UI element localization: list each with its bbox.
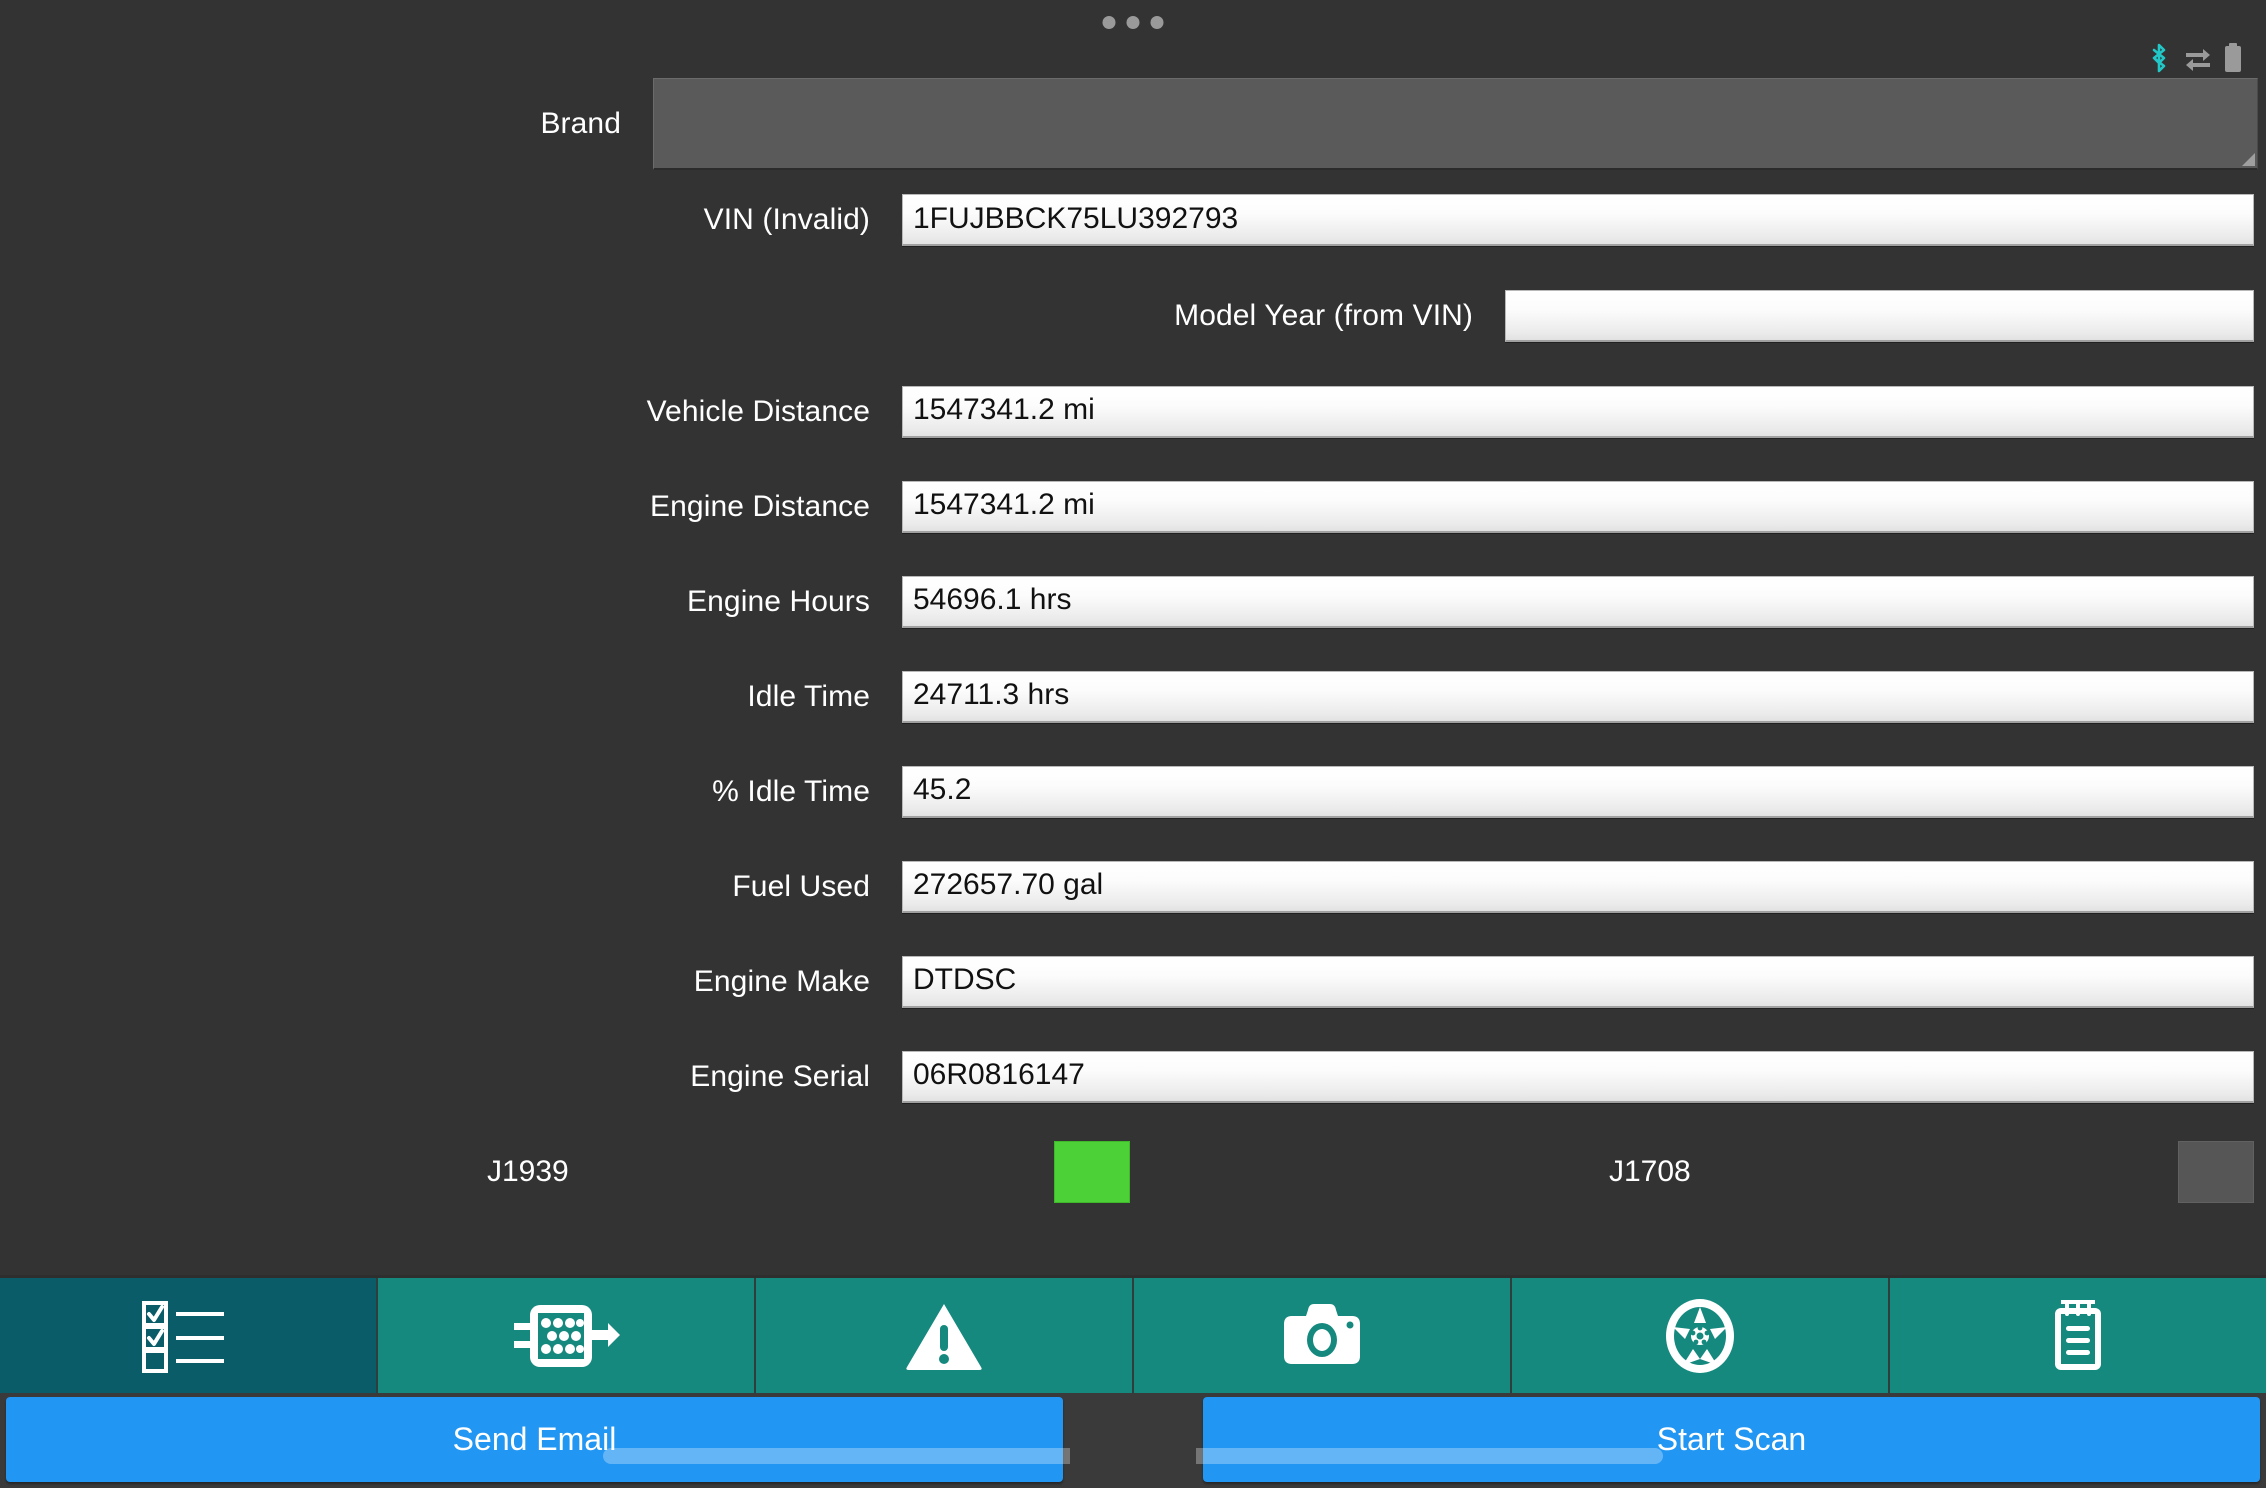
- vin-label: VIN (Invalid): [703, 203, 870, 236]
- form-row-model-year: Model Year (from VIN): [0, 268, 2266, 364]
- fuel-used-input[interactable]: 272657.70 gal: [902, 860, 2254, 913]
- engine-distance-input[interactable]: 1547341.2 mi: [902, 480, 2254, 533]
- wheel-icon: [1663, 1297, 1737, 1375]
- home-icon: [1105, 1412, 1161, 1468]
- vehicle-distance-label: Vehicle Distance: [646, 394, 870, 428]
- percent-idle-time-label: % Idle Time: [712, 774, 870, 808]
- tab-notes[interactable]: [1890, 1278, 2266, 1393]
- tab-camera[interactable]: [1134, 1278, 1512, 1393]
- j1939-label: J1939: [487, 1155, 569, 1188]
- form-row-vin: VIN (Invalid) 1FUJBBCK75LU392793: [0, 172, 2266, 268]
- form-row-engine-hours: Engine Hours 54696.1 hrs: [0, 554, 2266, 649]
- home-button[interactable]: [1067, 1397, 1199, 1482]
- fuel-used-label: Fuel Used: [732, 869, 870, 903]
- data-transfer-icon: [2184, 44, 2212, 72]
- j1708-status-indicator: [2178, 1141, 2254, 1203]
- status-bar: [0, 0, 2266, 76]
- checklist-icon: [142, 1299, 234, 1373]
- tab-connector[interactable]: [378, 1278, 756, 1393]
- action-bar: Send Email Start Scan: [0, 1393, 2266, 1488]
- vin-input[interactable]: 1FUJBBCK75LU392793: [902, 194, 2254, 246]
- engine-distance-label: Engine Distance: [650, 489, 870, 523]
- form-row-engine-distance: Engine Distance 1547341.2 mi: [0, 459, 2266, 554]
- form-row-brand: Brand: [0, 76, 2266, 172]
- engine-serial-input[interactable]: 06R0816147: [902, 1050, 2254, 1103]
- percent-idle-time-input[interactable]: 45.2: [902, 765, 2254, 818]
- form-row-engine-make: Engine Make DTDSC: [0, 934, 2266, 1029]
- battery-icon: [2224, 43, 2242, 73]
- engine-hours-label: Engine Hours: [687, 584, 870, 618]
- tab-faults[interactable]: [756, 1278, 1134, 1393]
- status-icon-group: [2146, 42, 2242, 74]
- form-row-vehicle-distance: Vehicle Distance 1547341.2 mi: [0, 364, 2266, 459]
- engine-serial-label: Engine Serial: [690, 1059, 870, 1093]
- model-year-input[interactable]: [1505, 290, 2254, 342]
- connector-icon: [510, 1299, 622, 1373]
- protocol-status-row: J1939 J1708: [0, 1124, 2266, 1220]
- tab-wheels[interactable]: [1512, 1278, 1890, 1393]
- warning-triangle-icon: [905, 1301, 983, 1371]
- brand-label: Brand: [540, 107, 621, 140]
- tab-checklist[interactable]: [0, 1278, 378, 1393]
- engine-hours-input[interactable]: 54696.1 hrs: [902, 575, 2254, 628]
- j1939-status-indicator: [1054, 1141, 1130, 1203]
- form-row-engine-serial: Engine Serial 06R0816147: [0, 1029, 2266, 1124]
- idle-time-label: Idle Time: [747, 679, 870, 713]
- form-row-percent-idle-time: % Idle Time 45.2: [0, 744, 2266, 839]
- bottom-tab-bar: [0, 1275, 2266, 1393]
- engine-make-label: Engine Make: [693, 964, 870, 998]
- drag-handle-dots-icon[interactable]: [1102, 16, 1164, 29]
- engine-make-input[interactable]: DTDSC: [902, 955, 2254, 1008]
- model-year-label: Model Year (from VIN): [1174, 299, 1473, 332]
- form-row-fuel-used: Fuel Used 272657.70 gal: [0, 839, 2266, 934]
- app-screen: Brand VIN (Invalid) 1FUJBBCK75LU392793 M…: [0, 0, 2266, 1488]
- vehicle-distance-input[interactable]: 1547341.2 mi: [902, 385, 2254, 438]
- camera-icon: [1282, 1302, 1362, 1370]
- idle-time-input[interactable]: 24711.3 hrs: [902, 670, 2254, 723]
- j1708-label: J1708: [1609, 1155, 1691, 1188]
- start-scan-button[interactable]: Start Scan: [1203, 1397, 2260, 1482]
- vehicle-info-form: Brand VIN (Invalid) 1FUJBBCK75LU392793 M…: [0, 76, 2266, 1275]
- notepad-icon: [2047, 1298, 2109, 1374]
- send-email-button[interactable]: Send Email: [6, 1397, 1063, 1482]
- form-row-idle-time: Idle Time 24711.3 hrs: [0, 649, 2266, 744]
- brand-spinner[interactable]: [653, 78, 2258, 170]
- bluetooth-icon: [2146, 42, 2172, 74]
